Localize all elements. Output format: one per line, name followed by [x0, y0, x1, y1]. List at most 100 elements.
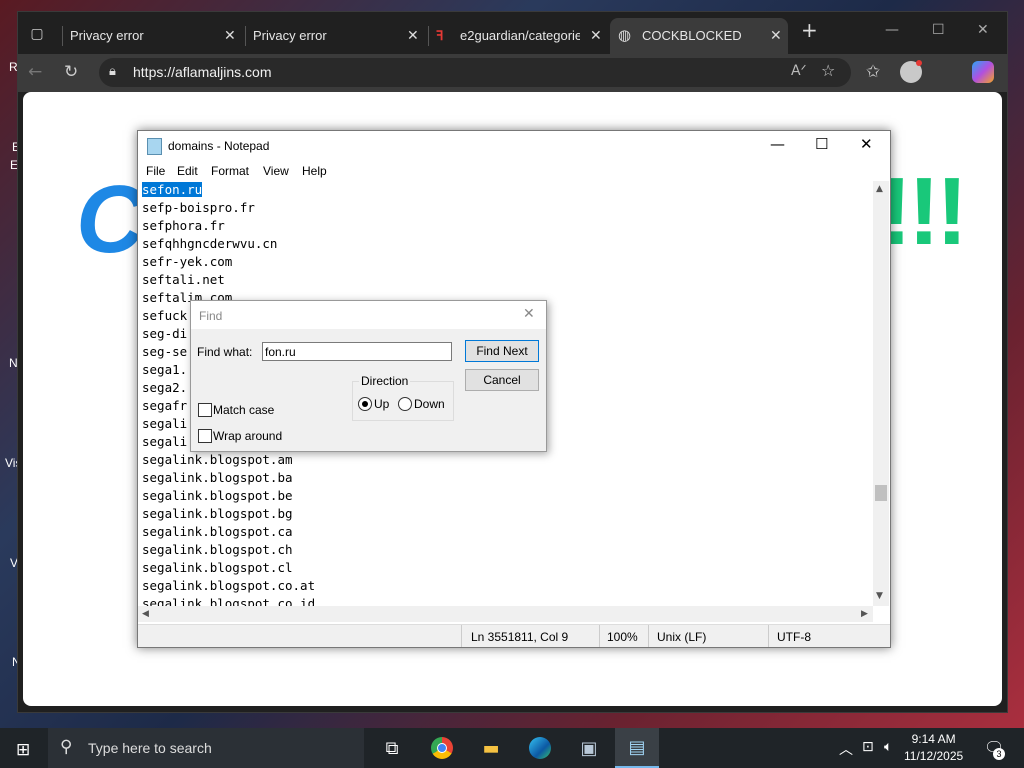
- scroll-up-icon[interactable]: ▲: [876, 184, 883, 194]
- notepad-taskbar-icon[interactable]: ▤: [615, 728, 659, 768]
- text-line: seg-di: [142, 326, 188, 341]
- notepad-maximize-icon[interactable]: ☐: [815, 135, 828, 153]
- status-encoding: UTF-8: [777, 630, 811, 644]
- text-line: seg-se: [142, 344, 188, 359]
- tab-separator: [62, 26, 63, 46]
- text-line: segali: [142, 416, 188, 431]
- profile-status-dot: [916, 60, 922, 66]
- address-bar[interactable]: 🔒︎ https://aflamaljins.com Aᐟ ☆: [99, 58, 851, 87]
- notepad-close-icon[interactable]: ✕: [860, 135, 873, 153]
- horizontal-scrollbar[interactable]: ◀ ▶: [138, 606, 873, 622]
- text-line: sefr-yek.com: [142, 254, 233, 269]
- text-line: segalink.blogspot.am: [142, 452, 293, 467]
- scroll-thumb[interactable]: [875, 485, 887, 501]
- volume-icon[interactable]: 🔈︎: [884, 739, 892, 755]
- tab-actions-icon[interactable]: ▢: [22, 22, 52, 46]
- search-icon: ⚲: [60, 737, 73, 757]
- clock-time: 9:14 AM: [911, 732, 956, 746]
- find-what-input[interactable]: fon.ru: [262, 342, 452, 361]
- status-separator: [768, 625, 769, 647]
- maximize-icon[interactable]: ☐: [932, 22, 945, 38]
- text-line: seftali.net: [142, 272, 225, 287]
- clock-date: 11/12/2025: [904, 749, 964, 763]
- read-aloud-icon[interactable]: Aᐟ: [791, 63, 807, 79]
- new-tab-icon[interactable]: +: [801, 18, 818, 42]
- menu-view[interactable]: View: [263, 164, 289, 178]
- edge-icon[interactable]: [518, 728, 562, 768]
- favorite-star-icon[interactable]: ☆: [821, 61, 835, 80]
- close-icon[interactable]: ✕: [977, 22, 989, 38]
- task-view-icon[interactable]: ⧉: [370, 728, 414, 768]
- network-icon[interactable]: ⊡: [862, 739, 874, 755]
- match-case-checkbox[interactable]: [198, 403, 212, 417]
- find-what-label: Find what:: [197, 345, 253, 359]
- status-bar: Ln 3551811, Col 9 100% Unix (LF) UTF-8: [138, 624, 890, 647]
- notepad-minimize-icon[interactable]: —: [770, 135, 785, 153]
- radio-down[interactable]: [398, 397, 412, 411]
- chrome-logo: [431, 737, 453, 759]
- page-heading-left: C: [76, 166, 146, 273]
- notepad-menubar: File Edit Format View Help: [138, 161, 890, 181]
- favorites-icon[interactable]: ✩: [866, 62, 880, 82]
- direction-label: Direction: [359, 374, 411, 388]
- menu-file[interactable]: File: [146, 164, 165, 178]
- find-next-button[interactable]: Find Next: [465, 340, 539, 362]
- wrap-around-checkbox[interactable]: [198, 429, 212, 443]
- remote-desktop-icon[interactable]: ▣: [567, 728, 611, 768]
- tab-close-icon[interactable]: ✕: [770, 27, 782, 44]
- chrome-icon[interactable]: [420, 728, 464, 768]
- copilot-icon[interactable]: [972, 61, 994, 83]
- text-line: sega1.: [142, 362, 188, 377]
- tab-privacy-error-1[interactable]: Privacy error ✕: [62, 18, 242, 54]
- taskbar: ⊞ ⚲ Type here to search ⧉ ▬ ▣ ▤ ︿ ⊡ 🔈︎ 9…: [0, 728, 1024, 768]
- tab-strip: ▢ Privacy error ✕ Privacy error ✕ ꟻ e2gu…: [18, 12, 1007, 54]
- text-line: segafr: [142, 398, 188, 413]
- search-placeholder: Type here to search: [88, 740, 212, 756]
- vertical-scrollbar[interactable]: ▲ ▼: [873, 181, 889, 606]
- text-line: segalink.blogspot.cl: [142, 560, 293, 575]
- minimize-icon[interactable]: —: [885, 22, 899, 38]
- text-line: sefuck: [142, 308, 188, 323]
- tab-title: Privacy error: [253, 28, 327, 43]
- tab-close-icon[interactable]: ✕: [224, 27, 236, 44]
- wrap-around-label[interactable]: Wrap around: [213, 429, 282, 443]
- scroll-left-icon[interactable]: ◀: [142, 609, 149, 619]
- find-close-icon[interactable]: ✕: [523, 306, 535, 322]
- notification-badge: 3: [993, 748, 1005, 760]
- back-icon[interactable]: ←: [28, 62, 42, 82]
- menu-edit[interactable]: Edit: [177, 164, 198, 178]
- menu-help[interactable]: Help: [302, 164, 327, 178]
- edge-logo: [529, 737, 551, 759]
- url-text[interactable]: https://aflamaljins.com: [133, 64, 272, 80]
- windows-start-icon[interactable]: ⊞: [16, 740, 30, 760]
- radio-down-label[interactable]: Down: [414, 397, 445, 411]
- scroll-right-icon[interactable]: ▶: [861, 609, 868, 619]
- match-case-label[interactable]: Match case: [213, 403, 274, 417]
- radio-up[interactable]: [358, 397, 372, 411]
- tray-chevron-icon[interactable]: ︿: [839, 739, 853, 759]
- refresh-icon[interactable]: ↻: [64, 62, 78, 82]
- taskbar-search[interactable]: ⚲ Type here to search: [48, 728, 364, 768]
- tab-close-icon[interactable]: ✕: [590, 27, 602, 44]
- text-line-selected: sefon.ru: [142, 181, 203, 199]
- tab-cockblocked[interactable]: ◍ COCKBLOCKED ✕: [610, 18, 788, 54]
- tab-e2guardian[interactable]: ꟻ e2guardian/categories ✕: [428, 18, 608, 54]
- taskbar-clock[interactable]: 9:14 AM 11/12/2025: [904, 731, 963, 765]
- tab-title: Privacy error: [70, 28, 144, 43]
- scroll-down-icon[interactable]: ▼: [876, 591, 883, 601]
- text-line: segalink.blogspot.co.at: [142, 578, 316, 593]
- text-line: segalink.blogspot.co.id: [142, 596, 316, 606]
- file-explorer-icon[interactable]: ▬: [469, 728, 513, 768]
- notepad-title: domains - Notepad: [168, 139, 270, 153]
- lock-icon[interactable]: 🔒︎: [109, 64, 116, 79]
- cancel-button[interactable]: Cancel: [465, 369, 539, 391]
- text-line: sega2.: [142, 380, 188, 395]
- tab-close-icon[interactable]: ✕: [407, 27, 419, 44]
- radio-up-label[interactable]: Up: [374, 397, 389, 411]
- status-line-ending: Unix (LF): [657, 630, 707, 644]
- tab-separator: [245, 26, 246, 46]
- menu-format[interactable]: Format: [211, 164, 249, 178]
- tab-privacy-error-2[interactable]: Privacy error ✕: [245, 18, 425, 54]
- text-line: segalink.blogspot.bg: [142, 506, 293, 521]
- tab-title: e2guardian/categories: [460, 28, 580, 43]
